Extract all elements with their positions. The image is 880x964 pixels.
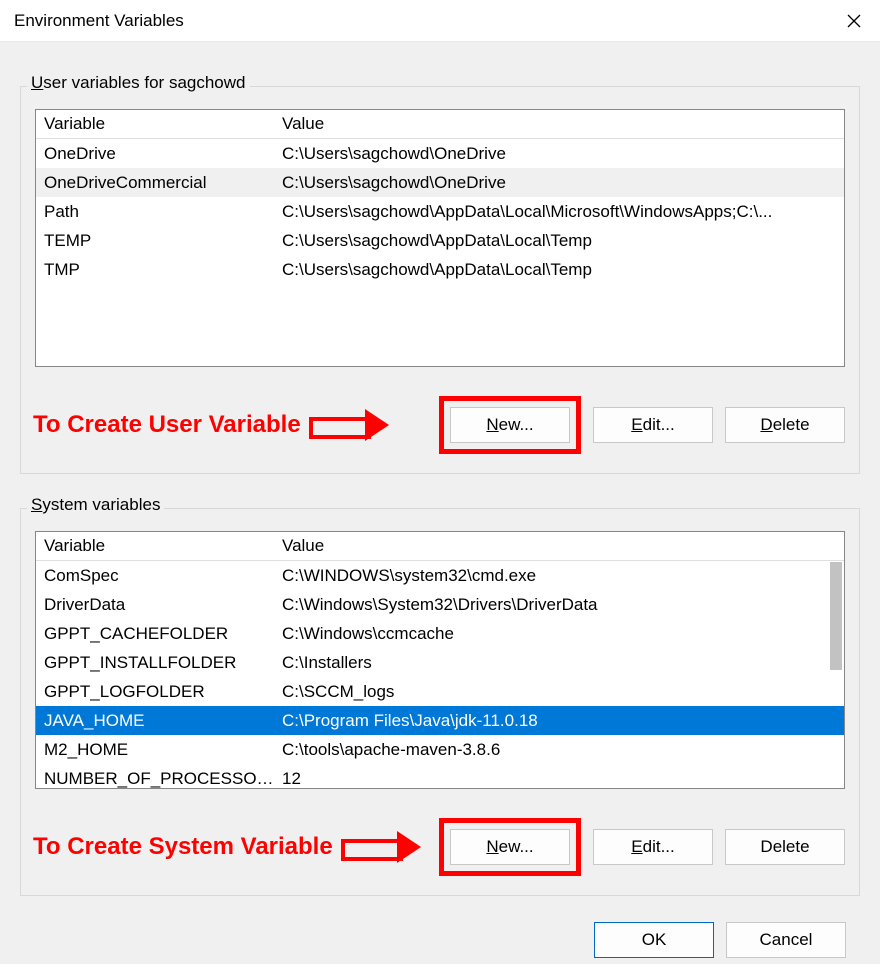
cell-value: C:\SCCM_logs [276, 682, 844, 702]
user-button-row: To Create User Variable New... Edit... D… [35, 393, 845, 457]
dialog-title: Environment Variables [14, 11, 184, 31]
cell-value: C:\Users\sagchowd\AppData\Local\Temp [276, 260, 844, 280]
annotation-user: To Create User Variable [33, 411, 391, 439]
cell-variable: TEMP [36, 231, 276, 251]
cell-variable: M2_HOME [36, 740, 276, 760]
cell-value: C:\Users\sagchowd\AppData\Local\Microsof… [276, 202, 844, 222]
cell-variable: GPPT_INSTALLFOLDER [36, 653, 276, 673]
table-row[interactable]: GPPT_INSTALLFOLDERC:\Installers [36, 648, 844, 677]
scrollbar-thumb[interactable] [830, 562, 842, 670]
cancel-button[interactable]: Cancel [726, 922, 846, 958]
table-row[interactable]: OneDriveCommercialC:\Users\sagchowd\OneD… [36, 168, 844, 197]
system-variables-group: System variables Variable Value ComSpecC… [20, 508, 860, 896]
cell-value: C:\WINDOWS\system32\cmd.exe [276, 566, 844, 586]
list-header: Variable Value [36, 532, 844, 561]
table-row[interactable]: DriverDataC:\Windows\System32\Drivers\Dr… [36, 590, 844, 619]
table-row[interactable]: TMPC:\Users\sagchowd\AppData\Local\Temp [36, 255, 844, 284]
cell-variable: OneDriveCommercial [36, 173, 276, 193]
cell-variable: TMP [36, 260, 276, 280]
dialog-button-row: OK Cancel [10, 904, 870, 964]
arrow-icon [309, 412, 391, 438]
arrow-icon [341, 834, 423, 860]
highlight-user-new: New... [439, 396, 581, 454]
user-variables-group: User variables for sagchowd Variable Val… [20, 86, 860, 474]
system-variables-list[interactable]: Variable Value ComSpecC:\WINDOWS\system3… [35, 531, 845, 789]
cell-value: C:\Program Files\Java\jdk-11.0.18 [276, 711, 844, 731]
cell-value: 12 [276, 769, 844, 789]
cell-variable: DriverData [36, 595, 276, 615]
cell-value: C:\tools\apache-maven-3.8.6 [276, 740, 844, 760]
cell-variable: OneDrive [36, 144, 276, 164]
titlebar: Environment Variables [0, 0, 880, 42]
user-new-button[interactable]: New... [450, 407, 570, 443]
system-new-button[interactable]: New... [450, 829, 570, 865]
table-row[interactable]: M2_HOMEC:\tools\apache-maven-3.8.6 [36, 735, 844, 764]
header-variable[interactable]: Variable [36, 114, 276, 134]
cell-variable: JAVA_HOME [36, 711, 276, 731]
dialog-body: User variables for sagchowd Variable Val… [0, 42, 880, 964]
header-variable[interactable]: Variable [36, 536, 276, 556]
table-row[interactable]: ComSpecC:\WINDOWS\system32\cmd.exe [36, 561, 844, 590]
user-edit-button[interactable]: Edit... [593, 407, 713, 443]
cell-value: C:\Users\sagchowd\AppData\Local\Temp [276, 231, 844, 251]
system-variables-label: System variables [27, 495, 164, 515]
cell-value: C:\Windows\System32\Drivers\DriverData [276, 595, 844, 615]
cell-variable: NUMBER_OF_PROCESSORS [36, 769, 276, 789]
system-button-row: To Create System Variable New... Edit...… [35, 815, 845, 879]
annotation-system: To Create System Variable [33, 833, 423, 861]
ok-button[interactable]: OK [594, 922, 714, 958]
table-row[interactable]: TEMPC:\Users\sagchowd\AppData\Local\Temp [36, 226, 844, 255]
user-variables-label: User variables for sagchowd [27, 73, 250, 93]
cell-value: C:\Windows\ccmcache [276, 624, 844, 644]
table-row[interactable]: GPPT_CACHEFOLDERC:\Windows\ccmcache [36, 619, 844, 648]
header-value[interactable]: Value [276, 114, 844, 134]
user-variables-list[interactable]: Variable Value OneDriveC:\Users\sagchowd… [35, 109, 845, 367]
user-delete-button[interactable]: Delete [725, 407, 845, 443]
cell-value: C:\Users\sagchowd\OneDrive [276, 173, 844, 193]
table-row[interactable]: OneDriveC:\Users\sagchowd\OneDrive [36, 139, 844, 168]
table-row[interactable]: GPPT_LOGFOLDERC:\SCCM_logs [36, 677, 844, 706]
list-header: Variable Value [36, 110, 844, 139]
table-row[interactable]: PathC:\Users\sagchowd\AppData\Local\Micr… [36, 197, 844, 226]
table-row[interactable]: NUMBER_OF_PROCESSORS12 [36, 764, 844, 789]
close-icon[interactable] [842, 9, 866, 33]
highlight-system-new: New... [439, 818, 581, 876]
cell-variable: GPPT_CACHEFOLDER [36, 624, 276, 644]
cell-value: C:\Installers [276, 653, 844, 673]
system-delete-button[interactable]: Delete [725, 829, 845, 865]
cell-variable: ComSpec [36, 566, 276, 586]
cell-value: C:\Users\sagchowd\OneDrive [276, 144, 844, 164]
cell-variable: Path [36, 202, 276, 222]
cell-variable: GPPT_LOGFOLDER [36, 682, 276, 702]
table-row[interactable]: JAVA_HOMEC:\Program Files\Java\jdk-11.0.… [36, 706, 844, 735]
header-value[interactable]: Value [276, 536, 844, 556]
environment-variables-dialog: Environment Variables User variables for… [0, 0, 880, 964]
system-edit-button[interactable]: Edit... [593, 829, 713, 865]
